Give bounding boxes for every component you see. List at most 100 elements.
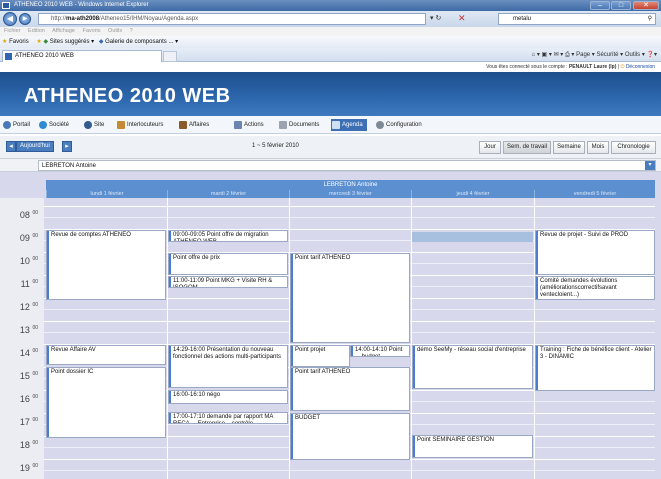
- view-week-button[interactable]: Semaine: [553, 141, 585, 154]
- add-favorite-icon[interactable]: ★: [36, 39, 41, 45]
- tab-documents[interactable]: Documents: [278, 119, 319, 131]
- hour-label: 15 00: [0, 371, 44, 381]
- event-card[interactable]: Revue de projet - Suivi de PROD: [535, 230, 655, 275]
- event-text: 14:29-16:00 Présentation du nouveau fonc…: [173, 347, 282, 360]
- refresh-icon[interactable]: ▾ ↻: [430, 14, 441, 22]
- event-card[interactable]: Point SEMINAIRE GESTION: [412, 435, 533, 458]
- event-card[interactable]: démo SeeMy - réseau social d'entreprise: [412, 345, 533, 389]
- stop-icon[interactable]: ✕: [458, 13, 466, 23]
- print-icon[interactable]: ⎙ ▾: [565, 52, 574, 58]
- event-text: Point SEMINAIRE GESTION: [417, 437, 495, 443]
- event-card[interactable]: Point offre de prix: [168, 253, 288, 275]
- user-select[interactable]: LEBRETON Antoine ▾: [38, 160, 656, 171]
- menu-favoris[interactable]: Favoris: [82, 28, 100, 34]
- minimize-button[interactable]: –: [590, 1, 610, 10]
- hour-value: 17: [19, 417, 30, 427]
- forward-icon[interactable]: ▶: [19, 13, 31, 25]
- suggested-sites-link[interactable]: Sites suggérés ▾: [50, 39, 94, 45]
- user-select-value: LEBRETON Antoine: [42, 163, 96, 169]
- hour-gridline: [44, 206, 655, 207]
- event-text: Point tarif ATHENEO: [295, 369, 351, 375]
- web-slice-gallery-link[interactable]: Galerie de composants ... ▾: [105, 39, 178, 45]
- contacts-icon: [117, 121, 125, 129]
- close-button[interactable]: ✕: [633, 1, 659, 10]
- search-icon[interactable]: ⚲: [648, 14, 652, 24]
- view-day-button[interactable]: Jour: [479, 141, 501, 154]
- url-input[interactable]: http://ma-ath2008/Atheneo15/IHM/Noyau/Ag…: [38, 13, 426, 25]
- event-card[interactable]: 14:29-16:00 Présentation du nouveau fonc…: [168, 345, 288, 388]
- day-header-wed[interactable]: mercredi 3 février: [289, 190, 411, 198]
- tab-societe[interactable]: Société: [38, 119, 69, 131]
- hour-label: 19 00: [0, 463, 44, 473]
- mail-icon[interactable]: ✉ ▾: [554, 52, 564, 58]
- maximize-button[interactable]: □: [611, 1, 631, 10]
- date-range: 1 ~ 5 février 2010: [252, 143, 299, 149]
- menu-fichier[interactable]: Fichier: [4, 28, 21, 34]
- back-icon[interactable]: ◀: [3, 12, 17, 26]
- view-work-week-button[interactable]: Sem. de travail: [503, 141, 551, 154]
- tab-configuration[interactable]: Configuration: [375, 119, 422, 131]
- day-header-thu[interactable]: jeudi 4 février: [411, 190, 534, 198]
- event-card[interactable]: BUDGET: [290, 413, 410, 460]
- home-icon[interactable]: ⌂ ▾: [532, 52, 540, 58]
- event-card[interactable]: Comité demandes évolutions (amélioration…: [535, 276, 655, 300]
- event-card[interactable]: Point tarif ATHENEO: [290, 253, 410, 343]
- event-text: Revue Affaire AV: [51, 347, 96, 353]
- event-text: Revue de projet - Suivi de PROD: [540, 232, 629, 238]
- day-header-mon[interactable]: lundi 1 février: [46, 190, 167, 198]
- ie-tools-menus[interactable]: Page ▾ Sécurité ▾ Outils ▾: [576, 52, 645, 58]
- menu-help[interactable]: ?: [130, 28, 133, 34]
- menu-outils[interactable]: Outils: [108, 28, 122, 34]
- tab-site[interactable]: Site: [83, 119, 104, 131]
- event-card[interactable]: 11:00-11:09 Point MKG + Visite RH & ISOG…: [168, 276, 288, 288]
- tab-portail[interactable]: Portail: [2, 119, 30, 131]
- minute-value: 00: [32, 279, 38, 285]
- event-card[interactable]: 16:00-16:10 négo: [168, 390, 288, 404]
- chevron-down-icon[interactable]: ▾: [645, 161, 655, 170]
- hour-label: 11 00: [0, 279, 44, 289]
- browser-tab[interactable]: ATHENEO 2010 WEB: [2, 50, 162, 62]
- logged-in-bar: Vous êtes connecté sous le compte : PENA…: [0, 62, 661, 72]
- menu-edition[interactable]: Edition: [28, 28, 45, 34]
- event-card[interactable]: Point projet: [290, 345, 350, 367]
- event-card[interactable]: 09:00-09:05 Point offre de migration ATH…: [168, 230, 288, 242]
- view-timeline-button[interactable]: Chronologie: [611, 141, 656, 154]
- event-text: démo SeeMy - réseau social d'entreprise: [417, 347, 526, 353]
- app-title: ATHENEO 2010 WEB: [24, 85, 231, 107]
- event-card[interactable]: Revue Affaire AV: [46, 345, 166, 365]
- event-card[interactable]: Point dossier IC: [46, 367, 166, 438]
- day-header-fri[interactable]: vendredi 5 février: [534, 190, 655, 198]
- prev-week-button[interactable]: ◂: [6, 141, 16, 152]
- next-week-button[interactable]: ▸: [62, 141, 72, 152]
- day-header-tue[interactable]: mardi 2 février: [167, 190, 289, 198]
- view-month-button[interactable]: Mois: [587, 141, 609, 154]
- event-card[interactable]: Point tarif ATHENEO: [290, 367, 410, 411]
- tab-interlocuteurs[interactable]: Interlocuteurs: [116, 119, 163, 131]
- event-card[interactable]: Revue de comptes ATHENEO: [46, 230, 166, 300]
- new-tab-button[interactable]: [163, 51, 177, 62]
- event-text: 16:00-16:10 négo: [173, 392, 221, 398]
- event-text: Training : Fiche de bénéfice client - At…: [540, 347, 652, 360]
- search-input[interactable]: metalu ⚲: [498, 13, 656, 25]
- feeds-icon[interactable]: ▣ ▾: [542, 52, 552, 58]
- favorites-button[interactable]: Favoris: [9, 39, 29, 45]
- hour-value: 09: [19, 233, 30, 243]
- help-icon[interactable]: ❓▾: [647, 52, 657, 58]
- minute-value: 00: [32, 463, 38, 469]
- tab-agenda[interactable]: Agenda: [331, 119, 367, 131]
- tab-affaires[interactable]: Affaires: [178, 119, 209, 131]
- minute-value: 00: [32, 371, 38, 377]
- tab-actions[interactable]: Actions: [233, 119, 264, 131]
- tab-label: Agenda: [342, 122, 363, 128]
- event-card[interactable]: Training : Fiche de bénéfice client - At…: [535, 345, 655, 391]
- tab-label: Actions: [244, 122, 264, 128]
- event-card[interactable]: 14:00-14:10 Point ... budget ...: [350, 345, 410, 357]
- url-host: ma-ath2008: [66, 16, 100, 22]
- event-card[interactable]: 17:00-17:10 demande par rapport MA RECA …: [168, 412, 288, 424]
- logged-in-user: PENAULT Laure (lp): [568, 64, 617, 70]
- today-button[interactable]: Aujourd'hui: [16, 141, 54, 152]
- selected-slot[interactable]: [412, 232, 533, 242]
- calendar-user-header: LEBRETON Antoine: [46, 180, 655, 190]
- menu-affichage[interactable]: Affichage: [52, 28, 75, 34]
- logout-link[interactable]: Déconnexion: [626, 64, 655, 70]
